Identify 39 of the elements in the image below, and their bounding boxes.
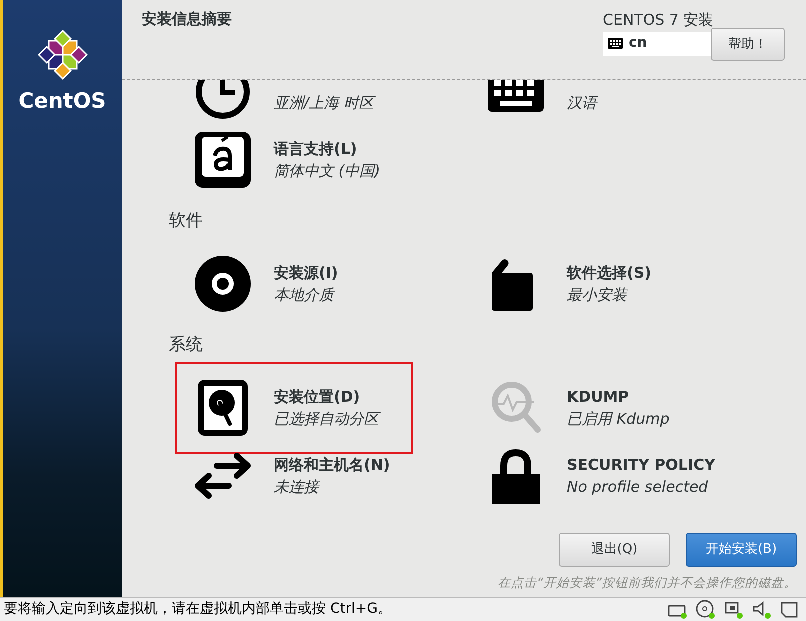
clock-icon <box>195 80 251 120</box>
item-status: No profile selected <box>567 477 710 498</box>
item-title: 安装位置(D) <box>274 386 362 408</box>
logo-icon <box>38 30 88 80</box>
section-heading: 系统 <box>169 334 203 358</box>
help-button[interactable]: 帮助！ <box>711 28 785 61</box>
item-title: 语言支持(L) <box>274 138 358 160</box>
summary-item[interactable]: 安装源(I) 本地介质 <box>177 240 411 328</box>
keyboard-layout-field[interactable]: cn <box>603 32 713 56</box>
logo-text: CentOS <box>18 88 106 115</box>
item-status: 已选择自动分区 <box>274 409 379 430</box>
summary-item[interactable]: 汉语 <box>470 80 704 136</box>
language-icon <box>195 132 251 188</box>
item-title: 安装源(I) <box>274 262 338 284</box>
message-icon[interactable] <box>780 600 800 620</box>
item-title: KDUMP <box>567 386 630 408</box>
disc-icon <box>195 256 251 312</box>
network-adapter-icon[interactable] <box>724 600 744 620</box>
item-title: SECURITY POLICY <box>567 454 716 476</box>
begin-install-button[interactable]: 开始安装(B) <box>686 533 797 567</box>
section-heading: 软件 <box>169 210 203 234</box>
disk-notice: 在点击“开始安装”按钮前我们并不会操作您的磁盘。 <box>498 574 797 592</box>
page-title: 安装信息摘要 <box>142 9 232 30</box>
item-title: 网络和主机名(N) <box>274 454 390 476</box>
product-title: CENTOS 7 安装 <box>603 10 714 31</box>
cd-icon[interactable] <box>696 600 716 620</box>
item-status: 最小安装 <box>567 285 630 306</box>
status-message: 要将输入定向到该虚拟机，请在虚拟机内部单击或按 Ctrl+G。 <box>4 600 392 619</box>
item-status: 简体中文 (中国) <box>274 161 380 182</box>
speaker-icon[interactable] <box>752 600 772 620</box>
item-status: 汉语 <box>567 92 597 114</box>
item-status: 未连接 <box>274 477 322 498</box>
item-status: 已启用 Kdump <box>567 409 670 430</box>
item-title: 软件选择(S) <box>567 262 652 284</box>
item-status: 本地介质 <box>274 285 336 306</box>
item-status: 亚洲/上海 时区 <box>274 92 374 114</box>
summary-item[interactable]: 软件选择(S) 最小安装 <box>470 240 704 328</box>
quit-button[interactable]: 退出(Q) <box>559 533 670 567</box>
keyboard-icon <box>608 38 623 49</box>
